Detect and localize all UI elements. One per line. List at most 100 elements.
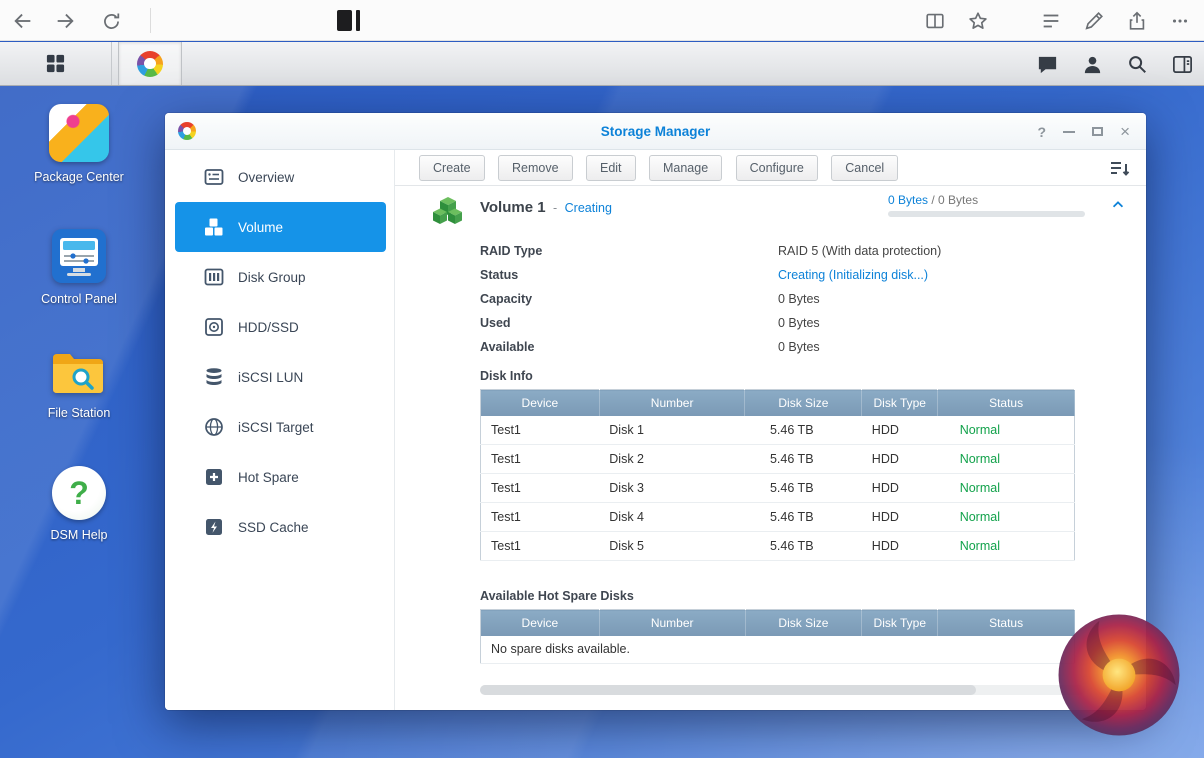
desktop-icon-dsm-help[interactable]: ? DSM Help — [24, 466, 134, 543]
sidebar-item-disk-group[interactable]: Disk Group — [175, 252, 386, 302]
sidebar-item-ssd-cache[interactable]: SSD Cache — [175, 502, 386, 552]
cell-status: Normal — [938, 416, 1075, 445]
column-header: Device — [481, 610, 600, 636]
iscsi-lun-icon — [203, 366, 225, 388]
detail-value: RAID 5 (With data protection) — [778, 244, 941, 258]
browser-refresh-button[interactable] — [98, 8, 124, 34]
browser-back-button[interactable] — [10, 8, 36, 34]
search-icon[interactable] — [1123, 50, 1151, 78]
share-icon[interactable] — [1123, 8, 1151, 34]
column-header: Device — [481, 390, 600, 416]
hot-spare-table: Device Number Disk Size Disk Type Status… — [480, 609, 1075, 664]
window-help-button[interactable]: ? — [1038, 124, 1047, 140]
column-header: Disk Size — [745, 610, 862, 636]
favorites-star-icon[interactable] — [964, 8, 992, 34]
volume-usage: 0 Bytes / 0 Bytes — [888, 193, 1085, 217]
disk-info-title: Disk Info — [480, 369, 1146, 383]
window-close-button[interactable]: × — [1120, 123, 1130, 140]
sidebar-item-iscsi-target[interactable]: iSCSI Target — [175, 402, 386, 452]
window-title: Storage Manager — [165, 113, 1146, 150]
cell-status: Normal — [938, 445, 1075, 474]
sort-list-icon[interactable] — [1108, 157, 1132, 181]
widgets-panel-icon[interactable] — [1168, 50, 1196, 78]
toolbar-separator — [150, 8, 151, 33]
sidebar-item-label: Volume — [238, 220, 283, 235]
detail-value: 0 Bytes — [778, 292, 820, 306]
detail-label: RAID Type — [480, 244, 778, 258]
window-maximize-button[interactable] — [1092, 127, 1103, 136]
edit-button[interactable]: Edit — [586, 155, 636, 181]
cell-number: Disk 1 — [599, 416, 745, 445]
volume-name: Volume 1 — [480, 199, 546, 216]
desktop-icon-label: Control Panel — [24, 291, 134, 307]
sidebar-item-overview[interactable]: Overview — [175, 152, 386, 202]
horizontal-scrollbar-thumb[interactable] — [480, 685, 976, 695]
detail-label: Used — [480, 316, 778, 330]
collapse-chevron-up-icon[interactable] — [1110, 197, 1126, 213]
address-bar-site-icon-bar — [356, 10, 360, 31]
desktop-icon-label: File Station — [24, 405, 134, 421]
sidebar-item-hot-spare[interactable]: Hot Spare — [175, 452, 386, 502]
sidebar-item-hdd-ssd[interactable]: HDD/SSD — [175, 302, 386, 352]
desktop-icon-file-station[interactable]: File Station — [24, 348, 134, 421]
hot-spare-title: Available Hot Spare Disks — [480, 589, 1146, 603]
sidebar-item-iscsi-lun[interactable]: iSCSI LUN — [175, 352, 386, 402]
volume-header: Volume 1 - Creating 0 Bytes / 0 Bytes — [395, 187, 1146, 233]
cell-status: Normal — [938, 503, 1075, 532]
usage-separator: / — [928, 193, 938, 207]
sidebar-item-volume[interactable]: Volume — [175, 202, 386, 252]
configure-button[interactable]: Configure — [736, 155, 818, 181]
cell-number: Disk 4 — [599, 503, 745, 532]
detail-row: RAID Type RAID 5 (With data protection) — [480, 239, 1146, 263]
iscsi-target-icon — [203, 416, 225, 438]
column-header: Number — [599, 390, 745, 416]
hub-icon[interactable] — [1037, 8, 1065, 34]
sidebar-item-label: iSCSI LUN — [238, 370, 303, 385]
desktop-icon-package-center[interactable]: Package Center — [24, 104, 134, 185]
cell-disk-size: 5.46 TB — [745, 532, 862, 561]
user-account-icon[interactable] — [1078, 50, 1106, 78]
reading-view-icon[interactable] — [921, 8, 949, 34]
address-bar-site-icon[interactable] — [337, 10, 352, 31]
detail-row: Available 0 Bytes — [480, 335, 1146, 359]
cell-disk-size: 5.46 TB — [745, 416, 862, 445]
notifications-chat-icon[interactable] — [1033, 50, 1061, 78]
browser-toolbar — [0, 0, 1204, 41]
cell-number: Disk 5 — [599, 532, 745, 561]
volume-panel: Volume 1 - Creating 0 Bytes / 0 Bytes — [395, 187, 1146, 710]
sidebar-item-label: Disk Group — [238, 270, 306, 285]
window-sidebar: Overview Volume Disk Group HDD/SSD — [165, 150, 395, 710]
sidebar-item-label: SSD Cache — [238, 520, 309, 535]
window-minimize-button[interactable] — [1063, 131, 1075, 133]
web-note-pen-icon[interactable] — [1080, 8, 1108, 34]
hdd-ssd-icon — [203, 316, 225, 338]
manage-button[interactable]: Manage — [649, 155, 722, 181]
usage-progress-bar — [888, 211, 1085, 217]
detail-row: Used 0 Bytes — [480, 311, 1146, 335]
desktop-icon-control-panel[interactable]: Control Panel — [24, 228, 134, 307]
detail-value: 0 Bytes — [778, 340, 820, 354]
horizontal-scrollbar[interactable] — [480, 685, 1085, 695]
more-options-icon[interactable] — [1166, 8, 1194, 34]
cell-device: Test1 — [481, 416, 600, 445]
create-button[interactable]: Create — [419, 155, 485, 181]
cell-status: Normal — [938, 474, 1075, 503]
cell-disk-type: HDD — [862, 416, 938, 445]
taskbar-storage-manager-button[interactable] — [118, 42, 182, 85]
table-row: Test1 Disk 4 5.46 TB HDD Normal — [481, 503, 1075, 532]
window-titlebar[interactable]: Storage Manager ? × — [165, 113, 1146, 150]
column-header: Disk Type — [862, 390, 938, 416]
cell-device: Test1 — [481, 532, 600, 561]
browser-forward-button[interactable] — [52, 8, 78, 34]
cell-device: Test1 — [481, 445, 600, 474]
detail-label: Available — [480, 340, 778, 354]
usage-total: 0 Bytes — [938, 193, 978, 207]
sidebar-item-label: HDD/SSD — [238, 320, 299, 335]
table-row: Test1 Disk 5 5.46 TB HDD Normal — [481, 532, 1075, 561]
main-menu-button[interactable] — [0, 42, 112, 85]
remove-button[interactable]: Remove — [498, 155, 573, 181]
volume-icon — [203, 216, 225, 238]
cancel-button[interactable]: Cancel — [831, 155, 898, 181]
cell-number: Disk 2 — [599, 445, 745, 474]
hot-spare-icon — [203, 466, 225, 488]
